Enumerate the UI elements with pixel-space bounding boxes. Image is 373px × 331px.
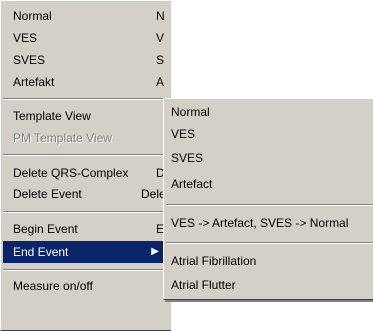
menu-item-label: Normal (13, 9, 52, 23)
menu-item-begin-event[interactable]: Begin Event E (3, 218, 171, 240)
menu-item-delete-event[interactable]: Delete Event Delete (3, 183, 171, 205)
menu-item-label: End Event (13, 245, 69, 259)
menu-separator (3, 269, 171, 271)
menu-item-template-view[interactable]: Template View (3, 105, 171, 127)
end-event-submenu: Normal VES SVES Artefact VES -> Artefact… (163, 98, 373, 300)
menu-item-label: VES (171, 127, 196, 141)
menu-separator (3, 98, 171, 100)
context-menu: Normal N VES V SVES S Artefakt A Templat… (0, 0, 171, 331)
menu-item-label: Begin Event (13, 222, 78, 236)
menu-item-label: Artefact (171, 177, 213, 191)
menu-item-end-event[interactable]: End Event ▶ (3, 241, 171, 263)
submenu-item-ves-artefact-sves-normal[interactable]: VES -> Artefact, SVES -> Normal (166, 212, 373, 234)
menu-item-label: Normal (171, 105, 210, 119)
shortcut-label: A (156, 75, 165, 89)
menu-item-label: Template View (13, 109, 91, 123)
menu-item-label: VES -> Artefact, SVES -> Normal (171, 216, 349, 230)
submenu-item-atrial-flutter[interactable]: Atrial Flutter (166, 274, 373, 296)
menu-item-ves[interactable]: VES V (3, 27, 171, 49)
menu-item-label: SVES (171, 151, 204, 165)
menu-item-label: Artefakt (13, 75, 55, 89)
menu-item-label: Atrial Fibrillation (171, 254, 257, 268)
menu-item-label: Delete Event (13, 187, 82, 201)
menu-item-sves[interactable]: SVES S (3, 49, 171, 71)
menu-item-pm-template-view: PM Template View (3, 127, 171, 149)
menu-item-normal[interactable]: Normal N (3, 5, 171, 27)
submenu-arrow-icon: ▶ (151, 246, 159, 257)
menu-item-label: Atrial Flutter (171, 278, 236, 292)
submenu-item-artefact[interactable]: Artefact (166, 173, 373, 195)
menu-separator (3, 211, 171, 213)
menu-item-label: Measure on/off (13, 279, 93, 293)
menu-item-label: VES (13, 31, 38, 45)
shortcut-label: V (156, 31, 165, 45)
submenu-item-atrial-fibrillation[interactable]: Atrial Fibrillation (166, 250, 373, 272)
menu-item-label: Delete QRS-Complex (13, 166, 129, 180)
menu-separator (166, 242, 373, 244)
menu-separator (3, 154, 171, 156)
menu-item-label: SVES (13, 53, 46, 67)
shortcut-label: S (156, 53, 165, 67)
shortcut-label: N (156, 9, 165, 23)
submenu-item-ves[interactable]: VES (166, 123, 373, 145)
menu-separator (166, 204, 373, 206)
menu-item-artefakt[interactable]: Artefakt A (3, 71, 171, 93)
menu-item-measure-on-off[interactable]: Measure on/off (3, 275, 171, 297)
submenu-item-normal[interactable]: Normal (166, 101, 373, 123)
menu-item-label: PM Template View (13, 131, 112, 145)
submenu-item-sves[interactable]: SVES (166, 147, 373, 169)
menu-item-delete-qrs-complex[interactable]: Delete QRS-Complex D (3, 162, 171, 184)
